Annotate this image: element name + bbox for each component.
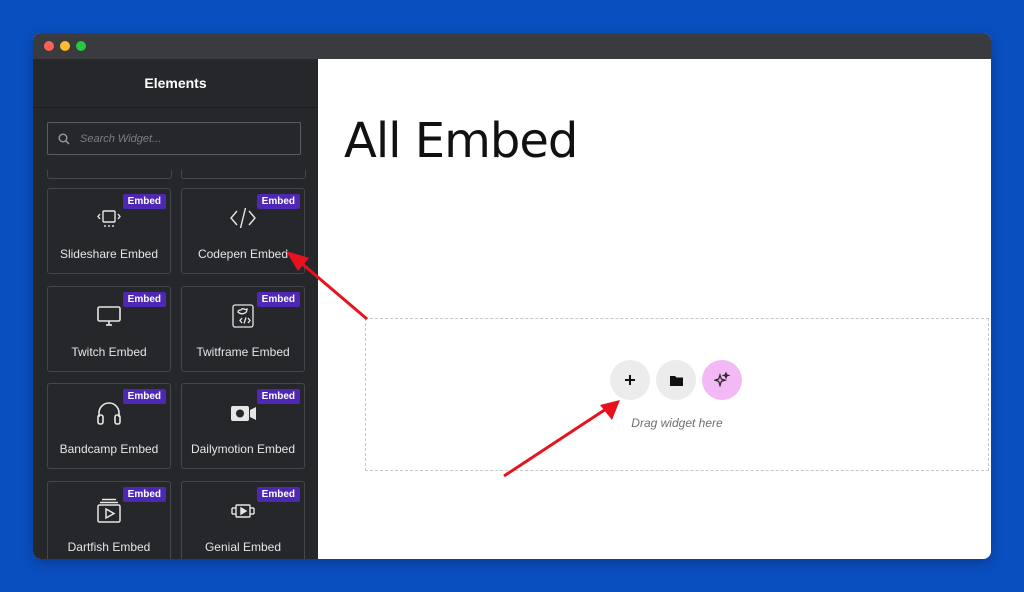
editor-canvas: All Embed Drag widget here [318, 59, 991, 559]
folder-icon [669, 375, 683, 386]
twitter-code-icon [232, 304, 254, 328]
ai-generate-button[interactable] [702, 360, 742, 400]
widget-label: Codepen Embed [197, 247, 289, 261]
panel-title: Elements [33, 59, 318, 108]
widget-card-bandcamp[interactable]: Embed Bandcamp Embed [47, 383, 171, 469]
widget-label: Genial Embed [204, 540, 282, 554]
widget-label: Twitch Embed [71, 345, 147, 359]
widget-card-dartfish[interactable]: Embed Dartfish Embed [47, 481, 171, 559]
drop-zone-hint: Drag widget here [631, 416, 723, 430]
monitor-icon [97, 306, 121, 326]
widget-card-partial[interactable] [47, 170, 172, 179]
film-icon [231, 504, 255, 518]
search-icon [58, 133, 70, 144]
widget-label: Slideshare Embed [59, 247, 159, 261]
search-input[interactable] [78, 131, 292, 146]
widget-card-partial[interactable] [181, 170, 306, 179]
widget-card-twitframe[interactable]: Embed Twitframe Embed [181, 286, 305, 372]
page-title: All Embed [344, 113, 578, 169]
widget-card-twitch[interactable]: Embed Twitch Embed [47, 286, 171, 372]
add-icon [625, 375, 635, 385]
widget-label: Dartfish Embed [67, 540, 151, 554]
drop-zone[interactable]: Drag widget here [365, 318, 989, 471]
close-window-button[interactable] [44, 41, 54, 51]
elements-panel: Elements Embed [33, 59, 318, 559]
add-section-button[interactable] [610, 360, 650, 400]
app-window: Elements Embed [33, 33, 991, 559]
minimize-window-button[interactable] [60, 41, 70, 51]
widget-card-genial[interactable]: Embed Genial Embed [181, 481, 305, 559]
widget-label: Twitframe Embed [196, 345, 290, 359]
title-bar [33, 33, 991, 59]
headphones-icon [97, 402, 121, 425]
play-window-icon [97, 498, 121, 523]
sparkle-icon [714, 372, 730, 388]
widget-label: Dailymotion Embed [190, 442, 296, 456]
widget-card-dailymotion[interactable]: Embed Dailymotion Embed [181, 383, 305, 469]
widget-card-slideshare[interactable]: Embed Slideshare Embed [47, 188, 171, 274]
search-box[interactable] [47, 122, 301, 155]
add-template-button[interactable] [656, 360, 696, 400]
code-icon [230, 207, 256, 229]
maximize-window-button[interactable] [76, 41, 86, 51]
widget-grid: Embed Slideshare Embed Embed Codepen Emb… [33, 170, 318, 559]
video-camera-icon [231, 406, 256, 421]
widget-label: Bandcamp Embed [59, 442, 159, 456]
widget-card-codepen[interactable]: Embed Codepen Embed [181, 188, 305, 274]
slideshare-icon [97, 210, 121, 227]
